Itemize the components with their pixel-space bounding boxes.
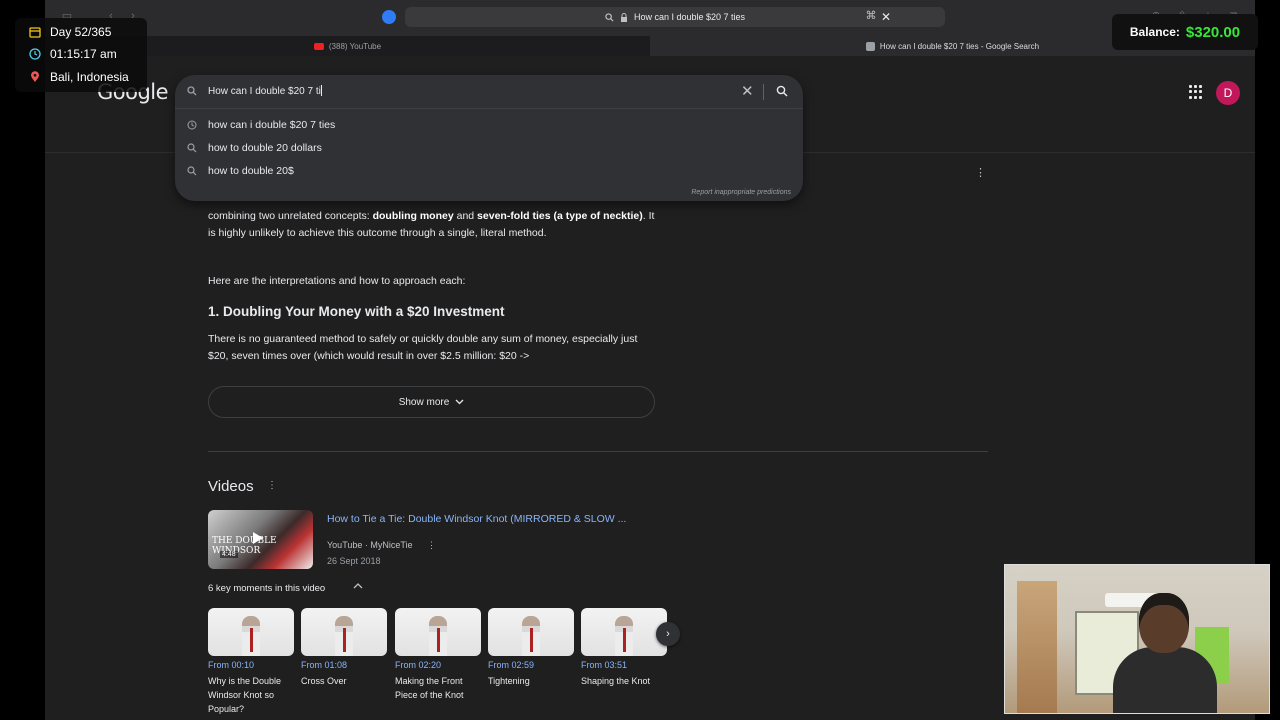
search-box: How can I double $20 7 ti ✕ how can i do…: [175, 75, 803, 201]
video-title-link[interactable]: How to Tie a Tie: Double Windsor Knot (M…: [327, 513, 626, 525]
key-moment-label: Why is the Double Windsor Knot so Popula…: [208, 676, 282, 714]
video-duration: 4:48: [220, 551, 238, 558]
videos-menu-icon[interactable]: ⋮: [267, 480, 277, 491]
browser-toolbar: ▭ ‹ › How can I double $20 7 ties ⌘ ✕ ⊕ …: [45, 0, 1255, 36]
videos-heading: Videos: [208, 478, 254, 495]
chevron-down-icon: [455, 399, 464, 405]
text-cursor: [320, 85, 322, 96]
key-moment-thumbnail: [488, 608, 574, 656]
webcam-feed: [1004, 564, 1270, 714]
key-moment[interactable]: From 00:10 Why is the Double Windsor Kno…: [208, 608, 294, 716]
search-icon: [187, 166, 197, 176]
key-moment-time: From 01:08: [301, 660, 348, 670]
address-bar[interactable]: How can I double $20 7 ties: [405, 7, 945, 27]
section-divider: [208, 451, 988, 452]
clear-search-icon[interactable]: ✕: [741, 82, 754, 100]
address-text: How can I double $20 7 ties: [633, 12, 746, 22]
key-moment-time: From 02:59: [488, 660, 535, 670]
show-more-label: Show more: [398, 396, 450, 408]
divider: [763, 84, 764, 100]
key-moment-time: From 00:10: [208, 660, 255, 670]
show-more-button[interactable]: Show more: [208, 386, 655, 418]
key-moment-thumbnail: [581, 608, 667, 656]
key-moment-thumbnail: [208, 608, 294, 656]
suggestion-text: how can i double $20 7 ties: [208, 119, 336, 131]
search-input-row[interactable]: How can I double $20 7 ti ✕: [175, 75, 803, 109]
suggestion-text: how to double 20 dollars: [208, 142, 322, 154]
translate-icon[interactable]: ⌘: [865, 10, 877, 22]
ai-overview-paragraph: combining two unrelated concepts: doubli…: [208, 210, 655, 239]
key-moment-label: Shaping the Knot: [581, 676, 651, 686]
webcam-person-body: [1113, 647, 1217, 713]
search-icon: [605, 12, 614, 22]
balance-label: Balance:: [1129, 25, 1180, 39]
safari-globe-icon: [382, 10, 396, 24]
key-moment-time: From 02:20: [395, 660, 442, 670]
suggestion-item[interactable]: how can i double $20 7 ties: [175, 114, 803, 136]
key-moment-label: Cross Over: [301, 676, 347, 686]
search-icon: [187, 86, 197, 96]
search-icon: [187, 143, 197, 153]
video-menu-icon[interactable]: ⋮: [427, 540, 436, 551]
key-moment[interactable]: From 03:51 Shaping the Knot: [581, 608, 667, 688]
google-icon: [865, 41, 875, 51]
suggestion-item[interactable]: how to double 20 dollars: [175, 137, 803, 159]
key-moment[interactable]: From 02:20 Making the Front Piece of the…: [395, 608, 481, 702]
calendar-icon: [29, 27, 41, 38]
lock-icon: [620, 12, 627, 22]
key-moment-label: Tightening: [488, 676, 530, 686]
key-moment-thumbnail: [301, 608, 387, 656]
ai-overview-menu-icon[interactable]: ⋮: [975, 166, 986, 179]
location-pin-icon: [31, 71, 39, 82]
close-icon[interactable]: ✕: [881, 10, 891, 24]
key-moments-next-button[interactable]: ›: [656, 622, 680, 646]
key-moment[interactable]: From 01:08 Cross Over: [301, 608, 387, 688]
location-text: Bali, Indonesia: [50, 70, 129, 84]
youtube-icon: [313, 42, 324, 50]
ai-overview-heading: 1. Doubling Your Money with a $20 Invest…: [208, 304, 505, 319]
location: Bali, Indonesia: [29, 70, 129, 84]
webcam-door: [1017, 581, 1057, 713]
ai-overview-paragraph: There is no guaranteed method to safely …: [208, 333, 638, 362]
screen: ▭ ‹ › How can I double $20 7 ties ⌘ ✕ ⊕ …: [0, 0, 1280, 720]
video-thumbnail[interactable]: THE DOUBLE WINDSOR 4:48: [208, 510, 313, 569]
search-submit-icon[interactable]: [776, 85, 788, 97]
day-counter: Day 52/365: [29, 25, 111, 39]
report-predictions-link[interactable]: Report inappropriate predictions: [691, 189, 791, 196]
video-date: 26 Sept 2018: [327, 556, 381, 566]
key-moment-label: Making the Front Piece of the Knot: [395, 676, 464, 700]
ai-overview-paragraph: Here are the interpretations and how to …: [208, 275, 466, 287]
clock: 01:15:17 am: [29, 47, 117, 61]
search-input[interactable]: How can I double $20 7 ti: [208, 85, 322, 97]
webcam-person-head: [1139, 593, 1189, 653]
apps-grid-icon[interactable]: [1189, 85, 1203, 99]
video-source: YouTube · MyNiceTie: [327, 540, 413, 550]
history-icon: [187, 120, 197, 130]
key-moment-thumbnail: [395, 608, 481, 656]
chevron-up-icon[interactable]: [353, 582, 363, 589]
tab-label: How can I double $20 7 ties - Google Sea…: [879, 41, 1040, 51]
tab-bar: (388) YouTube How can I double $20 7 tie…: [45, 36, 1255, 56]
clock-icon: [29, 48, 41, 60]
search-query-text: How can I double $20 7 ti: [208, 86, 321, 97]
time-text: 01:15:17 am: [50, 47, 117, 61]
stats-overlay: Day 52/365 01:15:17 am Bali, Indonesia: [15, 18, 147, 92]
tab-label: (388) YouTube: [328, 41, 382, 51]
key-moments-heading: 6 key moments in this video: [208, 583, 326, 594]
play-icon: [253, 532, 263, 544]
balance-amount: $320.00: [1185, 23, 1241, 41]
balance-overlay: Balance: $320.00: [1112, 14, 1258, 50]
suggestion-text: how to double 20$: [208, 165, 294, 177]
key-moment[interactable]: From 02:59 Tightening: [488, 608, 574, 688]
key-moment-time: From 03:51: [581, 660, 628, 670]
day-text: Day 52/365: [50, 25, 112, 39]
suggestion-item[interactable]: how to double 20$: [175, 160, 803, 182]
avatar[interactable]: D: [1216, 81, 1240, 105]
